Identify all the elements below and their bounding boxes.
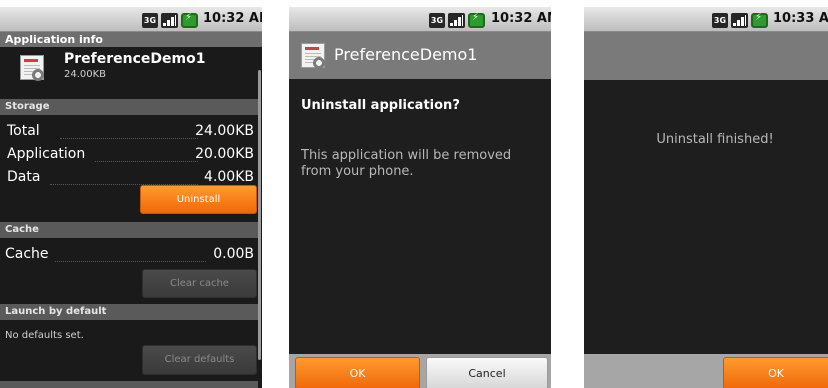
uninstall-button[interactable]: Uninstall (140, 185, 257, 214)
status-time: 10:32 AM (491, 11, 551, 26)
ok-button[interactable]: OK (723, 357, 828, 388)
storage-section-header: Storage (0, 99, 258, 115)
status-bar: 3G 10:33 AM (584, 7, 828, 32)
storage-row-application: Application 20.00KB (0, 144, 258, 166)
status-time: 10:33 AM (773, 11, 828, 26)
storage-row-label: Application (7, 146, 86, 162)
status-bar: 3G 10:32 AM (289, 7, 551, 32)
cache-row: Cache 0.00B (0, 244, 258, 266)
app-name: PreferenceDemo1 (64, 51, 206, 67)
status-icons: 3G (712, 12, 768, 28)
signal-strength-icon (161, 12, 178, 28)
app-title: PreferenceDemo1 (334, 45, 478, 64)
clear-defaults-button[interactable]: Clear defaults (142, 345, 257, 375)
clear-cache-button[interactable]: Clear cache (142, 269, 257, 298)
uninstall-confirm-screen: 3G 10:32 AM PreferenceDemo1 Uninstall ap… (289, 7, 551, 388)
title-bar (584, 32, 828, 80)
network-3g-icon: 3G (142, 12, 158, 28)
dialog-body (289, 79, 551, 354)
network-3g-icon: 3G (712, 12, 728, 28)
storage-row-total: Total 24.00KB (0, 121, 258, 143)
storage-row-value: 24.00KB (195, 123, 254, 139)
dotted-leader (60, 138, 198, 139)
cancel-button[interactable]: Cancel (426, 357, 548, 388)
status-icons: 3G (142, 12, 198, 28)
scrollbar[interactable] (258, 70, 261, 360)
dotted-leader (55, 261, 206, 262)
battery-charging-icon (468, 12, 485, 28)
status-icons: 3G (429, 12, 485, 28)
ok-button[interactable]: OK (295, 357, 420, 388)
network-3g-icon: 3G (429, 12, 445, 28)
dialog-message: This application will be removed from yo… (301, 148, 512, 179)
status-time: 10:32 AM (203, 11, 262, 26)
storage-row-value: 4.00KB (204, 169, 254, 185)
uninstall-finished-message: Uninstall finished! (656, 132, 774, 147)
launch-section-header: Launch by default (0, 304, 258, 320)
cache-row-label: Cache (5, 246, 49, 262)
dialog-title: Uninstall application? (301, 98, 460, 113)
launch-defaults-text: No defaults set. (5, 330, 84, 341)
app-settings-icon (299, 41, 331, 71)
dialog-body (584, 80, 828, 354)
page-title: Application info (0, 32, 262, 47)
status-bar: 3G 10:32 AM (0, 7, 262, 32)
battery-charging-icon (751, 12, 768, 28)
dotted-leader (95, 161, 198, 162)
cache-section-header: Cache (0, 222, 258, 238)
app-info-screen: 3G 10:32 AM Application info PreferenceD… (0, 7, 262, 388)
cache-row-value: 0.00B (213, 246, 254, 262)
app-settings-icon (18, 53, 50, 83)
signal-strength-icon (731, 12, 748, 28)
app-size: 24.00KB (64, 69, 107, 80)
storage-row-label: Total (7, 123, 40, 139)
signal-strength-icon (448, 12, 465, 28)
next-section-header (0, 381, 258, 388)
storage-row-value: 20.00KB (195, 146, 254, 162)
battery-charging-icon (181, 12, 198, 28)
storage-row-label: Data (7, 169, 41, 185)
uninstall-finished-screen: 3G 10:33 AM Uninstall finished! OK (584, 7, 828, 388)
